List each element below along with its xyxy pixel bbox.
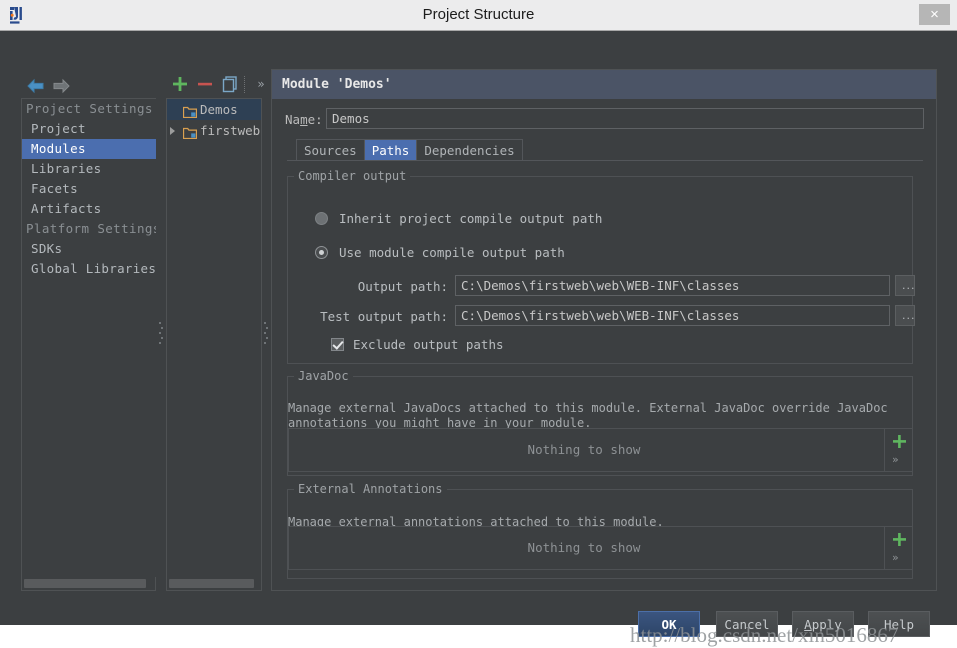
project-structure-dialog: Project Structure × » Project Settings P… [0, 0, 957, 647]
sidebar-item-project[interactable]: Project [22, 119, 156, 139]
sidebar-item-modules[interactable]: Modules [22, 139, 156, 159]
ok-button[interactable]: OK [638, 611, 700, 637]
tab-sources[interactable]: Sources [296, 139, 364, 160]
tree-item-firstweb[interactable]: firstweb [167, 120, 261, 141]
expand-arrow-icon[interactable] [170, 127, 175, 135]
arrow-right-icon [50, 76, 72, 96]
sidebar-item-libraries[interactable]: Libraries [22, 159, 156, 179]
settings-group-header: Platform Settings [26, 221, 156, 236]
cancel-button[interactable]: Cancel [716, 611, 778, 637]
browse-output-path-button[interactable]: ... [895, 275, 915, 296]
splitter-left[interactable] [157, 98, 166, 591]
javadoc-list: Nothing to show » [288, 428, 913, 472]
exclude-output-paths-label: Exclude output paths [353, 337, 504, 352]
plus-icon[interactable] [891, 531, 908, 548]
javadoc-description: Manage external JavaDocs attached to thi… [288, 401, 895, 430]
apply-button[interactable]: Apply [792, 611, 854, 637]
help-button[interactable]: Help [868, 611, 930, 637]
tree-item-demos[interactable]: Demos [167, 99, 261, 120]
sidebar-item-global-libraries[interactable]: Global Libraries [22, 259, 156, 279]
radio-module-label: Use module compile output path [339, 245, 565, 260]
module-folder-icon [182, 103, 198, 119]
module-tabs: Sources Paths Dependencies [296, 139, 523, 160]
radio-unchecked-icon [315, 212, 328, 225]
compiler-output-group-title: Compiler output [294, 169, 411, 183]
minus-icon[interactable] [194, 73, 216, 95]
tab-underline [287, 160, 923, 161]
tab-dependencies[interactable]: Dependencies [416, 139, 523, 160]
sidebar-item-artifacts[interactable]: Artifacts [22, 199, 156, 219]
test-output-path-label: Test output path: [320, 309, 448, 324]
settings-categories-panel: Project Settings Project Modules Libraries F… [21, 98, 156, 580]
output-path-label: Output path: [357, 279, 448, 294]
javadoc-group-title: JavaDoc [294, 369, 353, 383]
window-title: Project Structure [422, 6, 535, 23]
settings-group-header: Project Settings [26, 101, 153, 116]
scrollbar-thumb[interactable] [169, 579, 254, 588]
checkbox-checked-icon [331, 338, 344, 351]
radio-inherit-label: Inherit project compile output path [339, 211, 603, 226]
module-folder-icon [182, 124, 198, 140]
javadoc-list-actions: » [884, 429, 912, 471]
tree-item-label: firstweb [200, 123, 261, 138]
output-path-input[interactable] [455, 275, 890, 296]
module-header-title: Module 'Demos' [272, 70, 936, 99]
toolbar-separator [244, 76, 246, 93]
title-bar: Project Structure × [0, 0, 957, 31]
browse-test-output-path-button[interactable]: ... [895, 305, 915, 326]
splitter-grip-icon [159, 322, 163, 344]
external-annotations-group-title: External Annotations [294, 482, 447, 496]
module-tree-toolbar: » [166, 73, 271, 97]
module-name-input[interactable] [326, 108, 924, 129]
sidebar-item-sdks[interactable]: SDKs [22, 239, 156, 259]
javadoc-empty-text: Nothing to show [527, 442, 641, 457]
test-output-path-input[interactable] [455, 305, 890, 326]
settings-horizontal-scrollbar[interactable] [21, 577, 156, 591]
plus-icon[interactable] [891, 433, 908, 450]
chevron-right-icon[interactable]: » [892, 551, 899, 564]
name-label: Name: [285, 112, 323, 127]
compiler-output-group: Compiler output [287, 169, 913, 364]
chevron-right-icon[interactable]: » [892, 453, 899, 466]
radio-checked-icon [315, 246, 328, 259]
tab-paths[interactable]: Paths [363, 139, 417, 160]
splitter-grip-icon [264, 322, 268, 344]
splitter-right[interactable] [262, 98, 271, 591]
external-annotations-list: Nothing to show » [288, 526, 913, 570]
plus-icon[interactable] [169, 73, 191, 95]
external-annotations-empty-text: Nothing to show [527, 540, 641, 555]
arrow-left-icon[interactable] [25, 76, 47, 96]
module-tree-horizontal-scrollbar[interactable] [166, 577, 262, 591]
copy-icon[interactable] [219, 73, 241, 95]
chevron-right-icon[interactable]: » [250, 73, 272, 95]
module-tree-panel: Demos firstweb [166, 98, 262, 580]
dialog-body: » Project Settings Project Modules Librarie… [0, 31, 957, 647]
close-icon[interactable]: × [919, 4, 950, 25]
external-annotations-list-actions: » [884, 527, 912, 569]
tree-item-label: Demos [200, 102, 238, 117]
scrollbar-thumb[interactable] [24, 579, 146, 588]
sidebar-item-facets[interactable]: Facets [22, 179, 156, 199]
